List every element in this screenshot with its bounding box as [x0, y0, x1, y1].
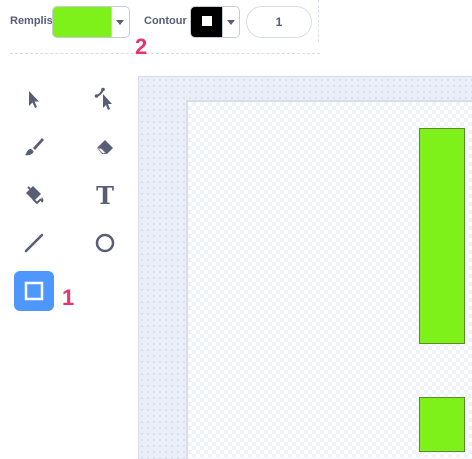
outline-color-picker[interactable] [190, 6, 240, 38]
green-rectangle-shape[interactable] [419, 128, 465, 344]
rectangle-icon [24, 281, 44, 301]
circle-tool[interactable] [85, 223, 125, 263]
eraser-icon [97, 140, 113, 154]
eraser-tool[interactable] [85, 127, 125, 167]
outline-color-swatch[interactable] [191, 7, 223, 37]
fill-color-picker[interactable] [52, 6, 130, 38]
line-tool[interactable] [14, 223, 54, 263]
outline-width-input[interactable]: 1 [246, 6, 312, 38]
chevron-down-icon [116, 19, 124, 25]
fill-tool[interactable] [14, 175, 54, 215]
rectangle-tool[interactable] [14, 271, 54, 311]
text-icon: T [96, 180, 114, 210]
outline-label: Contour [144, 15, 187, 27]
callout-one: 1 [62, 285, 75, 310]
select-tool[interactable] [14, 79, 54, 119]
outline-swatch-hole [202, 16, 212, 26]
green-rectangle-shape[interactable] [419, 397, 465, 452]
toolbar-bottom-divider [10, 53, 320, 54]
reshape-tool[interactable] [85, 79, 125, 119]
toolbar-divider [318, 0, 319, 42]
paint-editor: Remplissage Contour 1 2 T 1 [0, 0, 472, 459]
line-icon [24, 233, 44, 253]
text-tool[interactable]: T [85, 175, 125, 215]
brush-icon [25, 138, 44, 156]
reshape-arrow-icon [94, 87, 112, 110]
outline-dropdown-button[interactable] [222, 7, 239, 37]
circle-icon [95, 233, 115, 253]
callout-two: 2 [135, 34, 148, 59]
fill-color-swatch[interactable] [53, 7, 111, 37]
fill-bucket-icon [26, 186, 44, 205]
select-arrow-icon [29, 91, 39, 108]
fill-dropdown-button[interactable] [111, 7, 128, 37]
brush-tool[interactable] [14, 127, 54, 167]
chevron-down-icon [227, 19, 236, 25]
